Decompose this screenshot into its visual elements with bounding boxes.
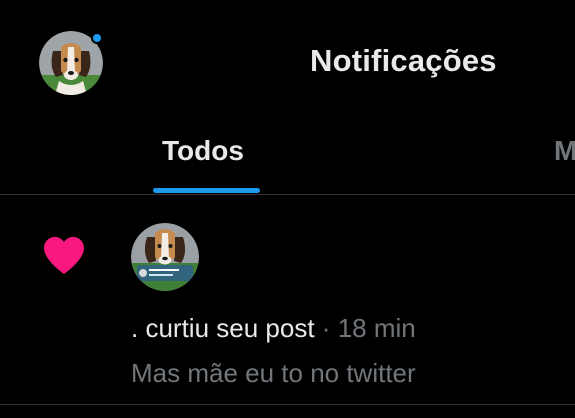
post-preview[interactable]: Mas mãe eu to no twitter [131,358,416,389]
separator-dot: · [321,313,331,343]
tab-mencoes[interactable]: Menções [553,110,575,195]
tab-todos[interactable]: Todos [140,110,280,195]
notification-tabs: Todos Menções [0,110,575,195]
liker-name[interactable]: . [131,313,138,343]
notification-item[interactable]: . curtiu seu post · 18 min Mas mãe eu to… [0,195,575,404]
notification-action: curtiu seu post [145,313,315,343]
heart-icon [44,236,84,275]
notifications-header: Notificações [0,0,575,110]
notification-time: 18 min [337,313,416,343]
notification-text: . curtiu seu post · 18 min [131,313,416,344]
notification-divider [0,404,575,405]
page-title: Notificações [310,43,497,78]
unread-indicator-dot [91,32,103,44]
profile-avatar-button[interactable] [39,31,103,95]
active-tab-indicator [153,188,260,193]
tab-todos-label: Todos [162,135,244,166]
tab-mencoes-label: Menções [554,135,575,166]
liker-avatar[interactable] [131,223,199,291]
